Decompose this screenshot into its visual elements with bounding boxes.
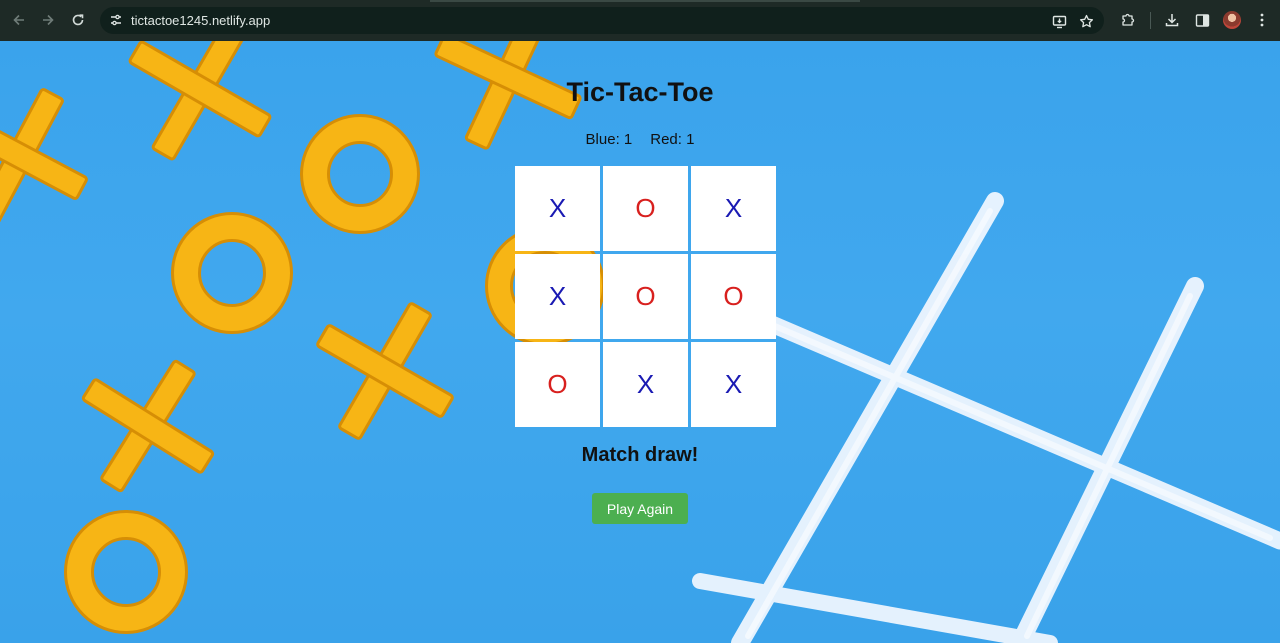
game-result: Match draw! — [581, 444, 699, 466]
tune-icon[interactable] — [109, 13, 123, 27]
arrow-left-icon — [13, 14, 24, 26]
downloads-button[interactable] — [1163, 11, 1181, 29]
reload-button[interactable] — [67, 9, 89, 31]
kebab-menu-icon — [1260, 13, 1264, 27]
tab-strip-edge — [430, 0, 860, 2]
game-board: X O X X O O O X X — [515, 166, 776, 427]
board-cell-2[interactable]: O — [603, 166, 688, 251]
install-app-icon — [1052, 15, 1066, 28]
page-content: Tic-Tac-Toe Blue: 1 Red: 1 X O X X O O O … — [0, 41, 1280, 643]
board-cell-9[interactable]: X — [691, 342, 776, 427]
star-icon — [1079, 14, 1093, 27]
side-panel-icon — [1195, 13, 1209, 27]
page-title: Tic-Tac-Toe — [566, 77, 714, 107]
browser-toolbar: tictactoe1245.netlify.app — [0, 0, 1280, 41]
download-icon — [1165, 14, 1179, 27]
url-text: tictactoe1245.netlify.app — [131, 13, 271, 28]
toolbar-divider — [1150, 12, 1151, 29]
board-cell-8[interactable]: X — [603, 342, 688, 427]
scoreboard: Blue: 1 Red: 1 — [0, 131, 1280, 148]
forward-button[interactable] — [37, 9, 59, 31]
back-button[interactable] — [8, 9, 30, 31]
extensions-button[interactable] — [1119, 11, 1137, 29]
board-cell-5[interactable]: O — [603, 254, 688, 339]
bookmark-button[interactable] — [1077, 12, 1095, 30]
reload-icon — [72, 14, 84, 26]
install-app-button[interactable] — [1050, 12, 1068, 30]
board-cell-6[interactable]: O — [691, 254, 776, 339]
browser-menu-button[interactable] — [1253, 11, 1271, 29]
puzzle-icon — [1122, 13, 1135, 26]
side-panel-button[interactable] — [1193, 11, 1211, 29]
board-cell-1[interactable]: X — [515, 166, 600, 251]
profile-avatar[interactable] — [1223, 11, 1241, 29]
board-cell-4[interactable]: X — [515, 254, 600, 339]
red-score: Red: 1 — [650, 131, 695, 148]
board-cell-3[interactable]: X — [691, 166, 776, 251]
play-again-button[interactable]: Play Again — [592, 493, 688, 524]
blue-score: Blue: 1 — [585, 131, 633, 148]
arrow-right-icon — [43, 14, 54, 26]
board-cell-7[interactable]: O — [515, 342, 600, 427]
address-bar[interactable]: tictactoe1245.netlify.app — [100, 7, 1104, 34]
